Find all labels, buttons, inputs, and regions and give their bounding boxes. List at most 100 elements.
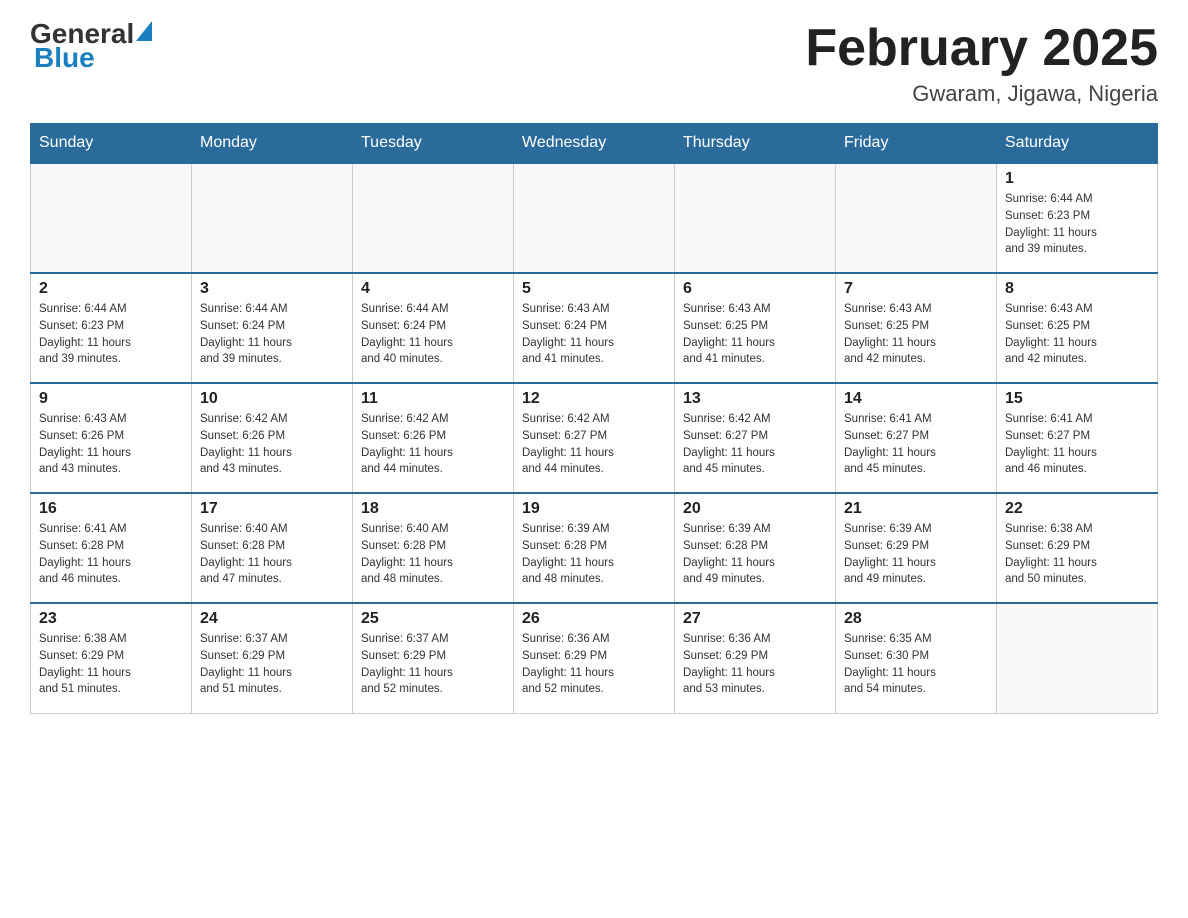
weekday-header-sunday: Sunday: [31, 124, 192, 164]
calendar-cell: 7 Sunrise: 6:43 AM Sunset: 6:25 PM Daylig…: [836, 273, 997, 383]
day-number: 2: [39, 280, 183, 298]
day-number: 12: [522, 390, 666, 408]
day-number: 28: [844, 610, 988, 628]
day-number: 22: [1005, 500, 1149, 518]
calendar-cell: 1 Sunrise: 6:44 AM Sunset: 6:23 PM Daylig…: [997, 163, 1158, 273]
calendar-cell: 17 Sunrise: 6:40 AM Sunset: 6:28 PM Dayli…: [192, 493, 353, 603]
calendar-week-row: 2Sunrise: 6:44 AM Sunset: 6:23 PM Daylig…: [31, 273, 1158, 383]
calendar-header-row: SundayMondayTuesdayWednesdayThursdayFrid…: [31, 124, 1158, 164]
weekday-header-friday: Friday: [836, 124, 997, 164]
calendar-cell: 13Sunrise: 6:42 AM Sunset: 6:27 PM Dayli…: [675, 383, 836, 493]
calendar-cell: [836, 163, 997, 273]
calendar-cell: [353, 163, 514, 273]
day-number: 10: [200, 390, 344, 408]
calendar-cell: 22Sunrise: 6:38 AM Sunset: 6:29 PM Dayli…: [997, 493, 1158, 603]
calendar-cell: [997, 603, 1158, 713]
calendar-cell: 3 Sunrise: 6:44 AM Sunset: 6:24 PM Daylig…: [192, 273, 353, 383]
day-number: 7: [844, 280, 988, 298]
month-title: February 2025: [805, 20, 1158, 77]
calendar-week-row: 1 Sunrise: 6:44 AM Sunset: 6:23 PM Daylig…: [31, 163, 1158, 273]
day-info: Sunrise: 6:36 AM Sunset: 6:29 PM Dayligh…: [522, 631, 666, 698]
day-number: 8: [1005, 280, 1149, 298]
day-number: 18: [361, 500, 505, 518]
day-info: Sunrise: 6:43 AM Sunset: 6:24 PM Dayligh…: [522, 301, 666, 368]
day-number: 26: [522, 610, 666, 628]
day-number: 19: [522, 500, 666, 518]
day-number: 20: [683, 500, 827, 518]
day-info: Sunrise: 6:39 AM Sunset: 6:28 PM Dayligh…: [522, 521, 666, 588]
page-header: General Blue February 2025 Gwaram, Jigaw…: [30, 20, 1158, 107]
calendar-week-row: 16 Sunrise: 6:41 AM Sunset: 6:28 PM Dayli…: [31, 493, 1158, 603]
day-info: Sunrise: 6:39 AM Sunset: 6:29 PM Dayligh…: [844, 521, 988, 588]
day-info: Sunrise: 6:42 AM Sunset: 6:26 PM Dayligh…: [361, 411, 505, 478]
calendar-cell: 5 Sunrise: 6:43 AM Sunset: 6:24 PM Daylig…: [514, 273, 675, 383]
calendar-cell: [192, 163, 353, 273]
day-number: 4: [361, 280, 505, 298]
day-info: Sunrise: 6:43 AM Sunset: 6:25 PM Dayligh…: [844, 301, 988, 368]
day-info: Sunrise: 6:38 AM Sunset: 6:29 PM Dayligh…: [39, 631, 183, 698]
calendar-cell: [31, 163, 192, 273]
day-number: 17: [200, 500, 344, 518]
calendar-cell: 19 Sunrise: 6:39 AM Sunset: 6:28 PM Dayli…: [514, 493, 675, 603]
calendar-cell: 15 Sunrise: 6:41 AM Sunset: 6:27 PM Dayli…: [997, 383, 1158, 493]
weekday-header-thursday: Thursday: [675, 124, 836, 164]
calendar-cell: 24Sunrise: 6:37 AM Sunset: 6:29 PM Dayli…: [192, 603, 353, 713]
logo-triangle-icon: [136, 21, 152, 46]
calendar-cell: 16 Sunrise: 6:41 AM Sunset: 6:28 PM Dayli…: [31, 493, 192, 603]
calendar-cell: 28 Sunrise: 6:35 AM Sunset: 6:30 PM Dayli…: [836, 603, 997, 713]
day-info: Sunrise: 6:44 AM Sunset: 6:24 PM Dayligh…: [200, 301, 344, 368]
calendar-cell: 6 Sunrise: 6:43 AM Sunset: 6:25 PM Daylig…: [675, 273, 836, 383]
day-number: 3: [200, 280, 344, 298]
location-title: Gwaram, Jigawa, Nigeria: [805, 81, 1158, 107]
logo: General Blue: [30, 20, 152, 72]
day-info: Sunrise: 6:44 AM Sunset: 6:23 PM Dayligh…: [1005, 191, 1149, 258]
calendar-cell: 14 Sunrise: 6:41 AM Sunset: 6:27 PM Dayli…: [836, 383, 997, 493]
calendar-cell: 20Sunrise: 6:39 AM Sunset: 6:28 PM Dayli…: [675, 493, 836, 603]
weekday-header-wednesday: Wednesday: [514, 124, 675, 164]
day-info: Sunrise: 6:41 AM Sunset: 6:27 PM Dayligh…: [844, 411, 988, 478]
day-info: Sunrise: 6:37 AM Sunset: 6:29 PM Dayligh…: [361, 631, 505, 698]
logo-blue-text: Blue: [32, 44, 95, 72]
day-info: Sunrise: 6:40 AM Sunset: 6:28 PM Dayligh…: [361, 521, 505, 588]
day-info: Sunrise: 6:43 AM Sunset: 6:26 PM Dayligh…: [39, 411, 183, 478]
calendar-week-row: 23 Sunrise: 6:38 AM Sunset: 6:29 PM Dayli…: [31, 603, 1158, 713]
title-section: February 2025 Gwaram, Jigawa, Nigeria: [805, 20, 1158, 107]
day-info: Sunrise: 6:40 AM Sunset: 6:28 PM Dayligh…: [200, 521, 344, 588]
day-number: 25: [361, 610, 505, 628]
calendar-cell: 10Sunrise: 6:42 AM Sunset: 6:26 PM Dayli…: [192, 383, 353, 493]
day-number: 16: [39, 500, 183, 518]
calendar-cell: 2Sunrise: 6:44 AM Sunset: 6:23 PM Daylig…: [31, 273, 192, 383]
day-number: 15: [1005, 390, 1149, 408]
calendar-table: SundayMondayTuesdayWednesdayThursdayFrid…: [30, 123, 1158, 714]
day-info: Sunrise: 6:41 AM Sunset: 6:27 PM Dayligh…: [1005, 411, 1149, 478]
day-info: Sunrise: 6:43 AM Sunset: 6:25 PM Dayligh…: [683, 301, 827, 368]
weekday-header-tuesday: Tuesday: [353, 124, 514, 164]
calendar-cell: [514, 163, 675, 273]
day-info: Sunrise: 6:35 AM Sunset: 6:30 PM Dayligh…: [844, 631, 988, 698]
day-number: 6: [683, 280, 827, 298]
calendar-cell: 12 Sunrise: 6:42 AM Sunset: 6:27 PM Dayli…: [514, 383, 675, 493]
calendar-cell: 21Sunrise: 6:39 AM Sunset: 6:29 PM Dayli…: [836, 493, 997, 603]
day-number: 13: [683, 390, 827, 408]
calendar-cell: 9 Sunrise: 6:43 AM Sunset: 6:26 PM Daylig…: [31, 383, 192, 493]
calendar-cell: 11 Sunrise: 6:42 AM Sunset: 6:26 PM Dayli…: [353, 383, 514, 493]
day-info: Sunrise: 6:42 AM Sunset: 6:27 PM Dayligh…: [522, 411, 666, 478]
day-number: 5: [522, 280, 666, 298]
calendar-cell: 8Sunrise: 6:43 AM Sunset: 6:25 PM Daylig…: [997, 273, 1158, 383]
calendar-cell: 26 Sunrise: 6:36 AM Sunset: 6:29 PM Dayli…: [514, 603, 675, 713]
day-info: Sunrise: 6:41 AM Sunset: 6:28 PM Dayligh…: [39, 521, 183, 588]
day-number: 14: [844, 390, 988, 408]
calendar-cell: 23 Sunrise: 6:38 AM Sunset: 6:29 PM Dayli…: [31, 603, 192, 713]
day-number: 23: [39, 610, 183, 628]
day-number: 1: [1005, 170, 1149, 188]
calendar-cell: 25 Sunrise: 6:37 AM Sunset: 6:29 PM Dayli…: [353, 603, 514, 713]
weekday-header-saturday: Saturday: [997, 124, 1158, 164]
day-number: 9: [39, 390, 183, 408]
day-number: 27: [683, 610, 827, 628]
day-info: Sunrise: 6:44 AM Sunset: 6:24 PM Dayligh…: [361, 301, 505, 368]
calendar-cell: 18 Sunrise: 6:40 AM Sunset: 6:28 PM Dayli…: [353, 493, 514, 603]
calendar-cell: 4 Sunrise: 6:44 AM Sunset: 6:24 PM Daylig…: [353, 273, 514, 383]
calendar-cell: [675, 163, 836, 273]
day-info: Sunrise: 6:36 AM Sunset: 6:29 PM Dayligh…: [683, 631, 827, 698]
day-number: 11: [361, 390, 505, 408]
